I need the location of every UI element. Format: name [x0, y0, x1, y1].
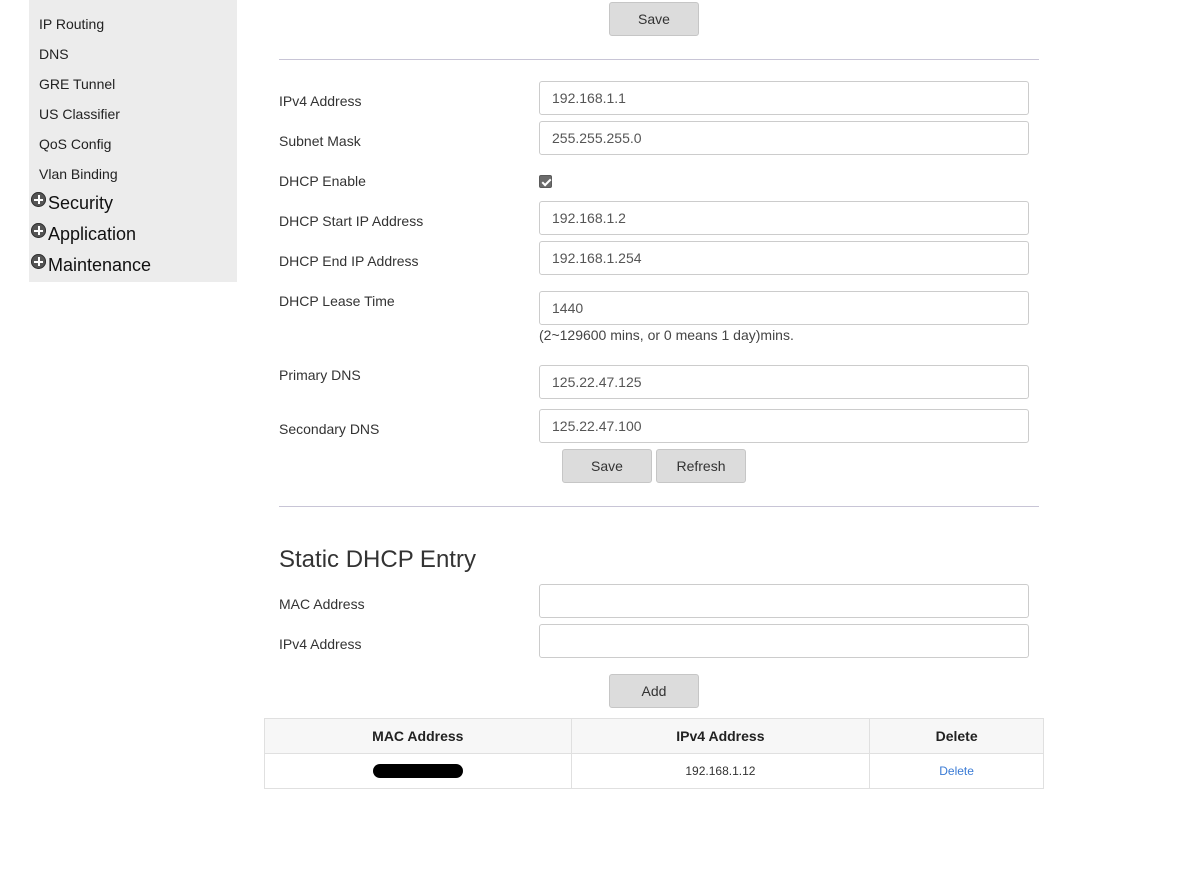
- sidebar-group-security[interactable]: Security: [31, 192, 114, 214]
- lease-time-label: DHCP Lease Time: [279, 293, 395, 309]
- ipv4-address-label: IPv4 Address: [279, 93, 362, 109]
- sidebar-group-application[interactable]: Application: [31, 223, 137, 245]
- section-title: Static DHCP Entry: [279, 546, 476, 573]
- sidebar-item-dns[interactable]: DNS: [39, 46, 69, 62]
- subnet-mask-input[interactable]: 255.255.255.0: [539, 121, 1029, 155]
- primary-dns-input[interactable]: 125.22.47.125: [539, 365, 1029, 399]
- column-header-mac: MAC Address: [264, 718, 572, 754]
- table-header-row: MAC Address IPv4 Address Delete: [264, 718, 1044, 754]
- dhcp-end-label: DHCP End IP Address: [279, 253, 419, 269]
- static-ipv4-label: IPv4 Address: [279, 636, 362, 652]
- delete-link[interactable]: Delete: [939, 764, 974, 778]
- lease-time-input[interactable]: 1440: [539, 291, 1029, 325]
- sidebar-item-us-classifier[interactable]: US Classifier: [39, 106, 120, 122]
- dhcp-enable-label: DHCP Enable: [279, 173, 366, 189]
- plus-circle-icon[interactable]: [31, 192, 46, 207]
- dhcp-start-label: DHCP Start IP Address: [279, 213, 424, 229]
- dhcp-start-input[interactable]: 192.168.1.2: [539, 201, 1029, 235]
- mac-cell: [264, 753, 572, 789]
- add-button[interactable]: Add: [609, 674, 699, 708]
- delete-cell: Delete: [869, 753, 1044, 789]
- dhcp-end-input[interactable]: 192.168.1.254: [539, 241, 1029, 275]
- mac-address-label: MAC Address: [279, 596, 365, 612]
- sidebar-group-label: Maintenance: [48, 255, 152, 275]
- ipv4-cell: 192.168.1.12: [570, 753, 871, 789]
- ipv4-address-input[interactable]: 192.168.1.1: [539, 81, 1029, 115]
- primary-dns-label: Primary DNS: [279, 367, 361, 383]
- top-save-button[interactable]: Save: [609, 2, 699, 36]
- sidebar-item-gre-tunnel[interactable]: GRE Tunnel: [39, 76, 115, 92]
- sidebar-group-label: Application: [48, 224, 137, 244]
- sidebar-item-qos-config[interactable]: QoS Config: [39, 136, 111, 152]
- static-ipv4-input[interactable]: [539, 624, 1029, 658]
- mac-address-input[interactable]: [539, 584, 1029, 618]
- column-header-ipv4: IPv4 Address: [570, 718, 871, 754]
- dhcp-enable-checkbox[interactable]: [539, 175, 552, 188]
- divider: [279, 506, 1039, 507]
- sidebar: IP Routing DNS GRE Tunnel US Classifier …: [29, 0, 237, 282]
- plus-circle-icon[interactable]: [31, 223, 46, 238]
- static-dhcp-table: MAC Address IPv4 Address Delete 192.168.…: [264, 718, 1044, 789]
- sidebar-group-label: Security: [48, 193, 114, 213]
- secondary-dns-input[interactable]: 125.22.47.100: [539, 409, 1029, 443]
- column-header-delete: Delete: [869, 718, 1044, 754]
- redacted-mac: [372, 764, 463, 779]
- save-button[interactable]: Save: [562, 449, 652, 483]
- refresh-button[interactable]: Refresh: [656, 449, 746, 483]
- subnet-mask-label: Subnet Mask: [279, 133, 361, 149]
- secondary-dns-label: Secondary DNS: [279, 421, 380, 437]
- plus-circle-icon[interactable]: [31, 254, 46, 269]
- lease-time-hint: (2~129600 mins, or 0 means 1 day)mins.: [539, 327, 794, 343]
- divider: [279, 59, 1039, 60]
- table-row: 192.168.1.12 Delete: [264, 753, 1044, 789]
- sidebar-item-vlan-binding[interactable]: Vlan Binding: [39, 166, 118, 182]
- sidebar-group-maintenance[interactable]: Maintenance: [31, 254, 152, 276]
- sidebar-item-ip-routing[interactable]: IP Routing: [39, 16, 104, 32]
